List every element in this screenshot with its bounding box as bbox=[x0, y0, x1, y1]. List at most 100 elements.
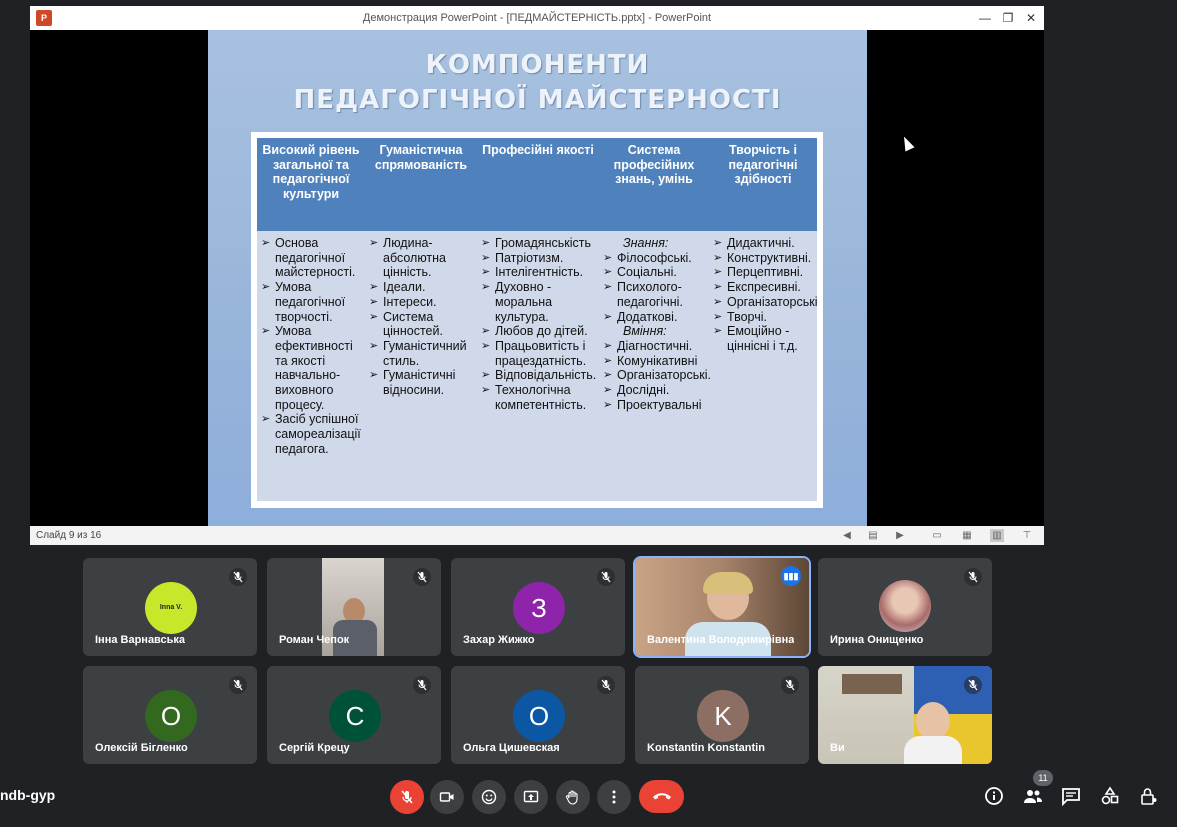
table-list-item: Дослідні. bbox=[603, 383, 707, 398]
avatar: О bbox=[145, 690, 197, 742]
phone-hangup-icon bbox=[653, 793, 671, 800]
mic-off-icon bbox=[401, 790, 413, 804]
table-list-item: Система цінностей. bbox=[369, 310, 475, 339]
participant-tile[interactable]: С Сергій Крецу bbox=[267, 666, 441, 764]
mic-off-icon bbox=[413, 568, 431, 586]
table-list-item: Технологічна компетентність. bbox=[481, 383, 597, 412]
lock-person-icon bbox=[1141, 788, 1157, 805]
reading-view-icon[interactable]: ▥ bbox=[990, 529, 1004, 542]
status-bar: Слайд 9 из 16 ◀ ▤ ▶ ▭ ▦ ▥ ⊤ bbox=[30, 526, 1044, 545]
table-list-item: Духовно - моральна культура. bbox=[481, 280, 597, 324]
slide-area: КОМПОНЕНТИ ПЕДАГОГІЧНОЇ МАЙСТЕРНОСТІ Вис… bbox=[30, 30, 1044, 526]
window-titlebar: P Демонстрация PowerPoint - [ПЕДМАЙСТЕРН… bbox=[30, 6, 1044, 30]
table-header-cell: Високий рівень загальної та педагогічної… bbox=[262, 143, 360, 201]
participant-tile[interactable]: Ирина Онищенко bbox=[818, 558, 992, 656]
slide-title-line1: КОМПОНЕНТИ bbox=[425, 50, 650, 80]
table-list-item: Конструктивні. bbox=[713, 251, 815, 266]
reactions-button[interactable] bbox=[472, 780, 506, 814]
table-list-item: Емоційно - ціннісні і т.д. bbox=[713, 324, 815, 353]
avatar: З bbox=[513, 582, 565, 634]
participant-name: Сергій Крецу bbox=[279, 742, 350, 754]
speaking-indicator-icon: ▮▮▮ bbox=[781, 566, 801, 586]
grid-view-icon[interactable]: ▦ bbox=[960, 529, 974, 542]
table-list-item: Психолого-педагогічні. bbox=[603, 280, 707, 309]
table-header-cell: Творчість і педагогічні здібності bbox=[728, 143, 798, 186]
avatar bbox=[879, 580, 931, 632]
meeting-details-button[interactable] bbox=[984, 786, 1004, 806]
participant-name: Олексій Бігленко bbox=[95, 742, 188, 754]
table-list-item: Додаткові. bbox=[603, 310, 707, 325]
components-table: Високий рівень загальної та педагогічної… bbox=[251, 132, 823, 508]
slide-title: КОМПОНЕНТИ ПЕДАГОГІЧНОЇ МАЙСТЕРНОСТІ bbox=[208, 48, 867, 118]
shapes-icon bbox=[1101, 786, 1119, 805]
chat-button[interactable] bbox=[1061, 786, 1081, 807]
restore-icon[interactable]: ❐ bbox=[997, 9, 1019, 27]
table-list-item: Дидактичні. bbox=[713, 236, 815, 251]
host-controls-button[interactable] bbox=[1139, 786, 1159, 806]
participant-name: Захар Жижко bbox=[463, 634, 535, 646]
table-body-cell: Людина-абсолютна цінність.Ідеали.Інтерес… bbox=[369, 231, 475, 398]
participant-tile[interactable]: З Захар Жижко bbox=[451, 558, 625, 656]
minimize-icon[interactable]: — bbox=[974, 9, 996, 27]
participant-tile[interactable]: K Konstantin Konstantin bbox=[635, 666, 809, 764]
avatar: Inna V. bbox=[145, 582, 197, 634]
table-list-item: Любов до дітей. bbox=[481, 324, 597, 339]
table-header-cell: Професійні якості bbox=[482, 143, 594, 157]
participant-name: Ирина Онищенко bbox=[830, 634, 924, 646]
slide-counter: Слайд 9 из 16 bbox=[36, 530, 102, 541]
table-body-cell: ГромадянськістьПатріотизм.Інтелігентніст… bbox=[481, 231, 597, 412]
table-list-item: Творчі. bbox=[713, 310, 815, 325]
hand-icon bbox=[565, 790, 578, 805]
slide-sorter-icon[interactable]: ▤ bbox=[866, 529, 880, 542]
participant-name: Ольга Цишевская bbox=[463, 742, 560, 754]
avatar: С bbox=[329, 690, 381, 742]
table-list-item: Умова педагогічної творчості. bbox=[261, 280, 363, 324]
participant-name: Роман Чепок bbox=[279, 634, 350, 646]
participant-tile[interactable]: Роман Чепок bbox=[267, 558, 441, 656]
mic-off-icon bbox=[964, 676, 982, 694]
leave-call-button[interactable] bbox=[639, 780, 684, 813]
present-icon bbox=[523, 790, 539, 803]
close-icon[interactable]: ✕ bbox=[1020, 9, 1042, 27]
normal-view-icon[interactable]: ▭ bbox=[930, 529, 944, 542]
video-camera-icon bbox=[439, 792, 454, 802]
mic-off-icon bbox=[781, 676, 799, 694]
table-list-item: Основа педагогічної майстерності. bbox=[261, 236, 363, 280]
slideshow-view-icon[interactable]: ⊤ bbox=[1020, 529, 1034, 542]
more-options-button[interactable] bbox=[597, 780, 631, 814]
table-list-item: Працьовитість і працездатність. bbox=[481, 339, 597, 368]
participant-tile[interactable]: О Олексій Бігленко bbox=[83, 666, 257, 764]
participant-tile[interactable]: О Ольга Цишевская bbox=[451, 666, 625, 764]
meeting-code: ndb-gyp bbox=[0, 787, 56, 803]
participant-name: Ви bbox=[830, 742, 845, 754]
table-list-item: Перцептивні. bbox=[713, 265, 815, 280]
participant-count-badge: 11 bbox=[1033, 770, 1053, 786]
table-list-item: Патріотизм. bbox=[481, 251, 597, 266]
next-slide-icon[interactable]: ▶ bbox=[893, 529, 907, 542]
raise-hand-button[interactable] bbox=[556, 780, 590, 814]
activities-button[interactable] bbox=[1100, 786, 1120, 806]
people-button[interactable] bbox=[1023, 786, 1043, 806]
info-icon bbox=[985, 787, 1003, 805]
table-list-item: Гуманістичний стиль. bbox=[369, 339, 475, 368]
mic-off-icon bbox=[229, 568, 247, 586]
participant-tile[interactable]: ▮▮▮ Валентина Володимирівна bbox=[633, 556, 811, 658]
mic-off-icon bbox=[597, 568, 615, 586]
avatar: K bbox=[697, 690, 749, 742]
window-title: Демонстрация PowerPoint - [ПЕДМАЙСТЕРНІС… bbox=[362, 12, 712, 24]
previous-slide-icon[interactable]: ◀ bbox=[840, 529, 854, 542]
table-body-cell: Основа педагогічної майстерності.Умова п… bbox=[261, 231, 363, 457]
participant-tile[interactable]: Ви bbox=[818, 666, 992, 764]
participant-tile[interactable]: Inna V. Інна Варнавська bbox=[83, 558, 257, 656]
table-list-item: Діагностичні. bbox=[603, 339, 707, 354]
camera-toggle-button[interactable] bbox=[430, 780, 464, 814]
table-list-item: Громадянськість bbox=[481, 236, 597, 251]
table-subheading: Знання: bbox=[623, 236, 669, 250]
present-screen-button[interactable] bbox=[514, 780, 548, 814]
table-list-item: Соціальні. bbox=[603, 265, 707, 280]
participant-name: Валентина Володимирівна bbox=[647, 634, 795, 646]
microphone-toggle-button[interactable] bbox=[390, 780, 424, 814]
table-list-item: Людина-абсолютна цінність. bbox=[369, 236, 475, 280]
table-list-item: Проектувальні bbox=[603, 398, 707, 413]
table-list-item: Відповідальність. bbox=[481, 368, 597, 383]
